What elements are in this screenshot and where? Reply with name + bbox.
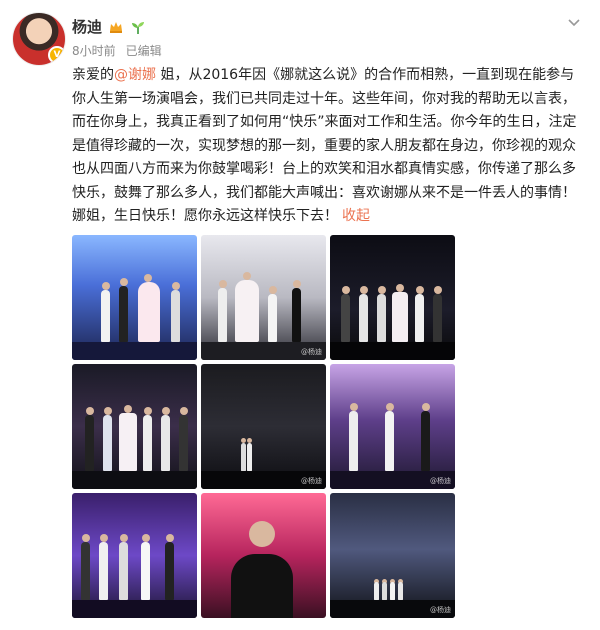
photo-watermark: @杨迪 — [430, 606, 451, 614]
avatar[interactable]: V — [12, 12, 66, 66]
photo-4[interactable] — [72, 364, 197, 489]
author-name[interactable]: 杨迪 — [72, 16, 102, 37]
photo-9[interactable]: @杨迪 — [330, 493, 455, 618]
photo-watermark: @杨迪 — [301, 477, 322, 485]
photo-5[interactable]: @杨迪 — [201, 364, 326, 489]
photo-2[interactable]: @杨迪 — [201, 235, 326, 360]
post-text: 亲爱的@谢娜 姐，从2016年因《娜就这么说》的合作而相熟，一直到现在能参与你人… — [72, 64, 582, 229]
post-time[interactable]: 8小时前 — [72, 42, 116, 59]
post-text-body: 姐，从2016年因《娜就这么说》的合作而相熟，一直到现在能参与你人生第一场演唱会… — [72, 67, 577, 224]
edited-label[interactable]: 已编辑 — [126, 42, 162, 59]
photo-8[interactable] — [201, 493, 326, 618]
post-meta: 8小时前 已编辑 — [72, 42, 162, 59]
photo-6[interactable]: @杨迪 — [330, 364, 455, 489]
sprout-icon[interactable] — [130, 19, 146, 35]
chevron-down-icon[interactable] — [566, 14, 582, 30]
photo-3[interactable] — [330, 235, 455, 360]
author-row: 杨迪 — [72, 16, 146, 37]
photo-1[interactable] — [72, 235, 197, 360]
photo-watermark: @杨迪 — [430, 477, 451, 485]
verified-icon: V — [48, 46, 65, 64]
post-text-intro: 亲爱的 — [72, 67, 114, 83]
photo-watermark: @杨迪 — [301, 348, 322, 356]
collapse-link[interactable]: 收起 — [342, 208, 370, 224]
mention-link[interactable]: @谢娜 — [114, 67, 156, 83]
crown-icon[interactable] — [108, 19, 124, 35]
image-grid: @杨迪 @杨迪 @杨迪 @杨迪 — [72, 235, 455, 618]
photo-7[interactable] — [72, 493, 197, 618]
